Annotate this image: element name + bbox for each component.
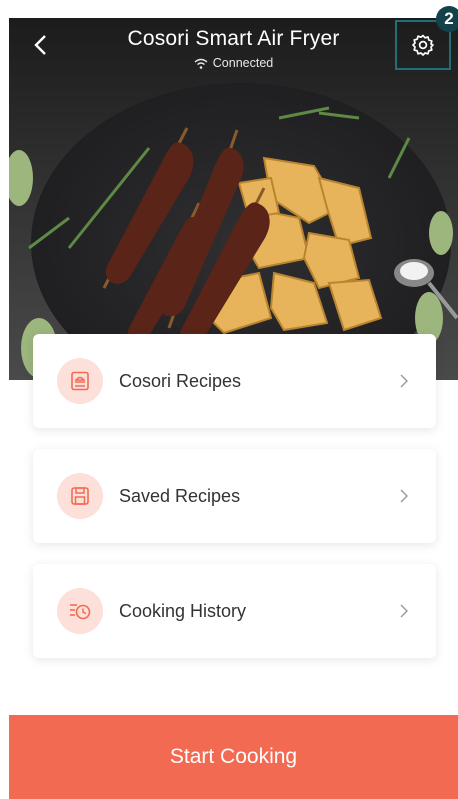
gear-icon (412, 34, 434, 56)
menu-item-label: Cosori Recipes (119, 370, 242, 391)
back-button[interactable] (25, 30, 55, 60)
floppy-disk-icon (57, 473, 103, 519)
history-clock-icon (57, 588, 103, 634)
device-title: Cosori Smart Air Fryer (127, 27, 340, 50)
recipe-book-icon (57, 358, 103, 404)
step-number-badge: 2 (436, 6, 458, 32)
chevron-right-icon (398, 488, 410, 504)
connection-status-label: Connected (212, 56, 274, 70)
chevron-right-icon (398, 373, 410, 389)
app-screen: Cosori Smart Air Fryer Connected Cosori … (9, 18, 458, 799)
menu-item-saved-recipes[interactable]: Saved Recipes (33, 449, 436, 543)
app-header: Cosori Smart Air Fryer Connected (9, 18, 458, 78)
chevron-left-icon (34, 35, 46, 55)
chevron-right-icon (398, 603, 410, 619)
start-cooking-button[interactable]: Start Cooking (9, 715, 458, 799)
menu-item-label: Saved Recipes (119, 485, 241, 506)
menu-item-label: Cooking History (119, 600, 247, 621)
menu-item-cosori-recipes[interactable]: Cosori Recipes (33, 334, 436, 428)
menu-item-cooking-history[interactable]: Cooking History (33, 564, 436, 658)
connection-status: Connected (69, 56, 398, 70)
wifi-icon (194, 58, 208, 69)
